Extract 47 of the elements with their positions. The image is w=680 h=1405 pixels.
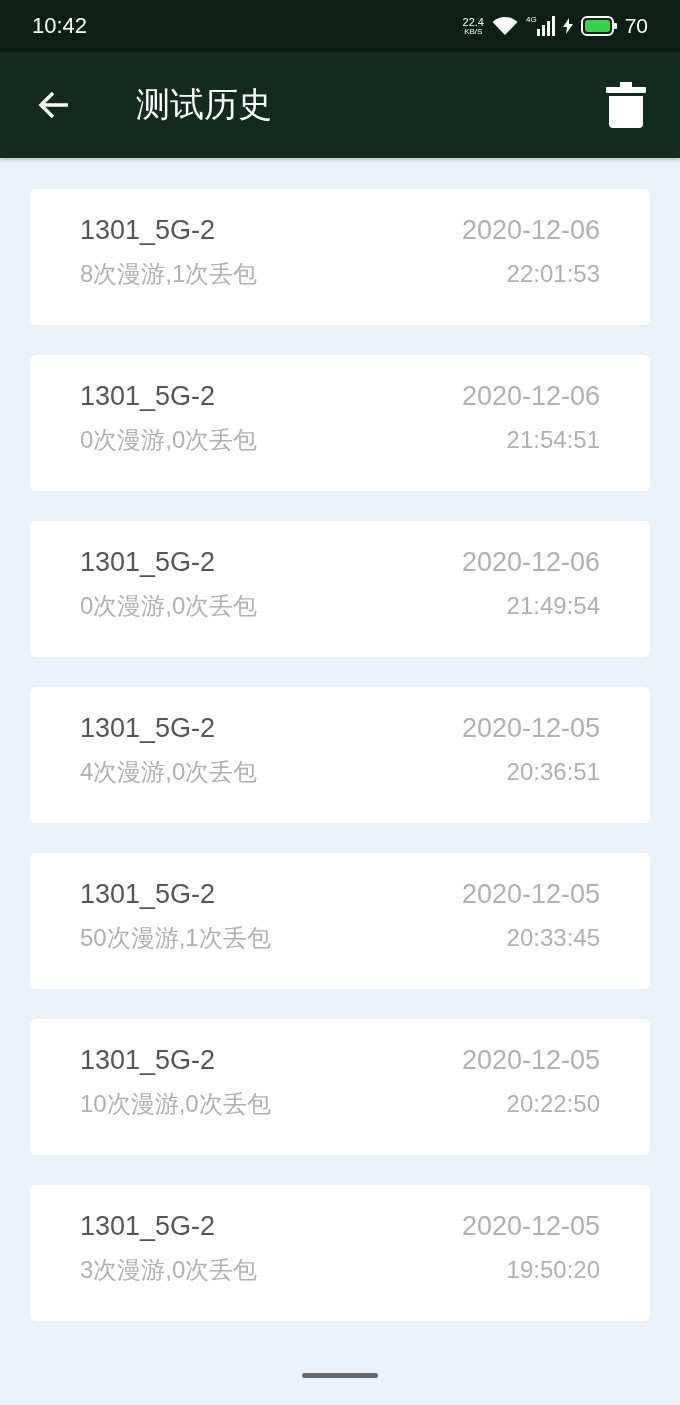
charging-icon	[562, 18, 573, 34]
test-date: 2020-12-05	[461, 879, 600, 910]
test-summary: 10次漫游,0次丢包	[80, 1089, 271, 1119]
wifi-icon	[491, 16, 518, 36]
history-card[interactable]: 1301_5G-2 2020-12-05 3次漫游,0次丢包 19:50:20	[30, 1185, 650, 1321]
network-name: 1301_5G-2	[80, 879, 216, 910]
battery-percent: 70	[624, 14, 648, 38]
test-summary: 8次漫游,1次丢包	[80, 259, 258, 289]
test-date: 2020-12-06	[461, 547, 600, 578]
trash-icon[interactable]	[606, 82, 646, 128]
test-time: 19:50:20	[506, 1256, 600, 1284]
history-card[interactable]: 1301_5G-2 2020-12-05 50次漫游,1次丢包 20:33:45	[30, 853, 650, 989]
test-date: 2020-12-06	[461, 381, 600, 412]
test-time: 20:33:45	[506, 924, 600, 952]
test-time: 21:54:51	[506, 426, 600, 454]
test-summary: 4次漫游,0次丢包	[80, 757, 258, 787]
network-name: 1301_5G-2	[80, 713, 216, 744]
network-name: 1301_5G-2	[80, 381, 216, 412]
screen-title: 测试历史	[136, 84, 273, 125]
test-time: 21:49:54	[506, 592, 600, 620]
speed-unit: KB/S	[464, 27, 483, 36]
history-card[interactable]: 1301_5G-2 2020-12-05 4次漫游,0次丢包 20:36:51	[30, 687, 650, 823]
network-name: 1301_5G-2	[80, 547, 216, 578]
test-date: 2020-12-06	[461, 215, 600, 246]
network-name: 1301_5G-2	[80, 1045, 216, 1076]
clock-time: 10:42	[32, 13, 88, 39]
battery-icon	[580, 16, 617, 36]
network-speed: 22.4	[462, 16, 484, 28]
test-date: 2020-12-05	[461, 1045, 600, 1076]
network-name: 1301_5G-2	[80, 1211, 216, 1242]
test-date: 2020-12-05	[461, 1211, 600, 1242]
history-card[interactable]: 1301_5G-2 2020-12-06 0次漫游,0次丢包 21:49:54	[30, 521, 650, 657]
test-summary: 3次漫游,0次丢包	[80, 1255, 258, 1285]
history-card[interactable]: 1301_5G-2 2020-12-06 8次漫游,1次丢包 22:01:53	[30, 189, 650, 325]
test-summary: 50次漫游,1次丢包	[80, 923, 271, 953]
test-summary: 0次漫游,0次丢包	[80, 591, 258, 621]
history-card[interactable]: 1301_5G-2 2020-12-05 10次漫游,0次丢包 20:22:50	[30, 1019, 650, 1155]
test-time: 20:22:50	[506, 1090, 600, 1118]
network-type: 4G	[525, 16, 537, 24]
test-summary: 0次漫游,0次丢包	[80, 425, 258, 455]
signal-icon	[536, 16, 555, 36]
test-date: 2020-12-05	[461, 713, 600, 744]
network-name: 1301_5G-2	[80, 215, 216, 246]
back-arrow-icon[interactable]	[38, 91, 70, 119]
test-time: 22:01:53	[506, 260, 600, 288]
history-card[interactable]: 1301_5G-2 2020-12-06 0次漫游,0次丢包 21:54:51	[30, 355, 650, 491]
test-time: 20:36:51	[506, 758, 600, 786]
